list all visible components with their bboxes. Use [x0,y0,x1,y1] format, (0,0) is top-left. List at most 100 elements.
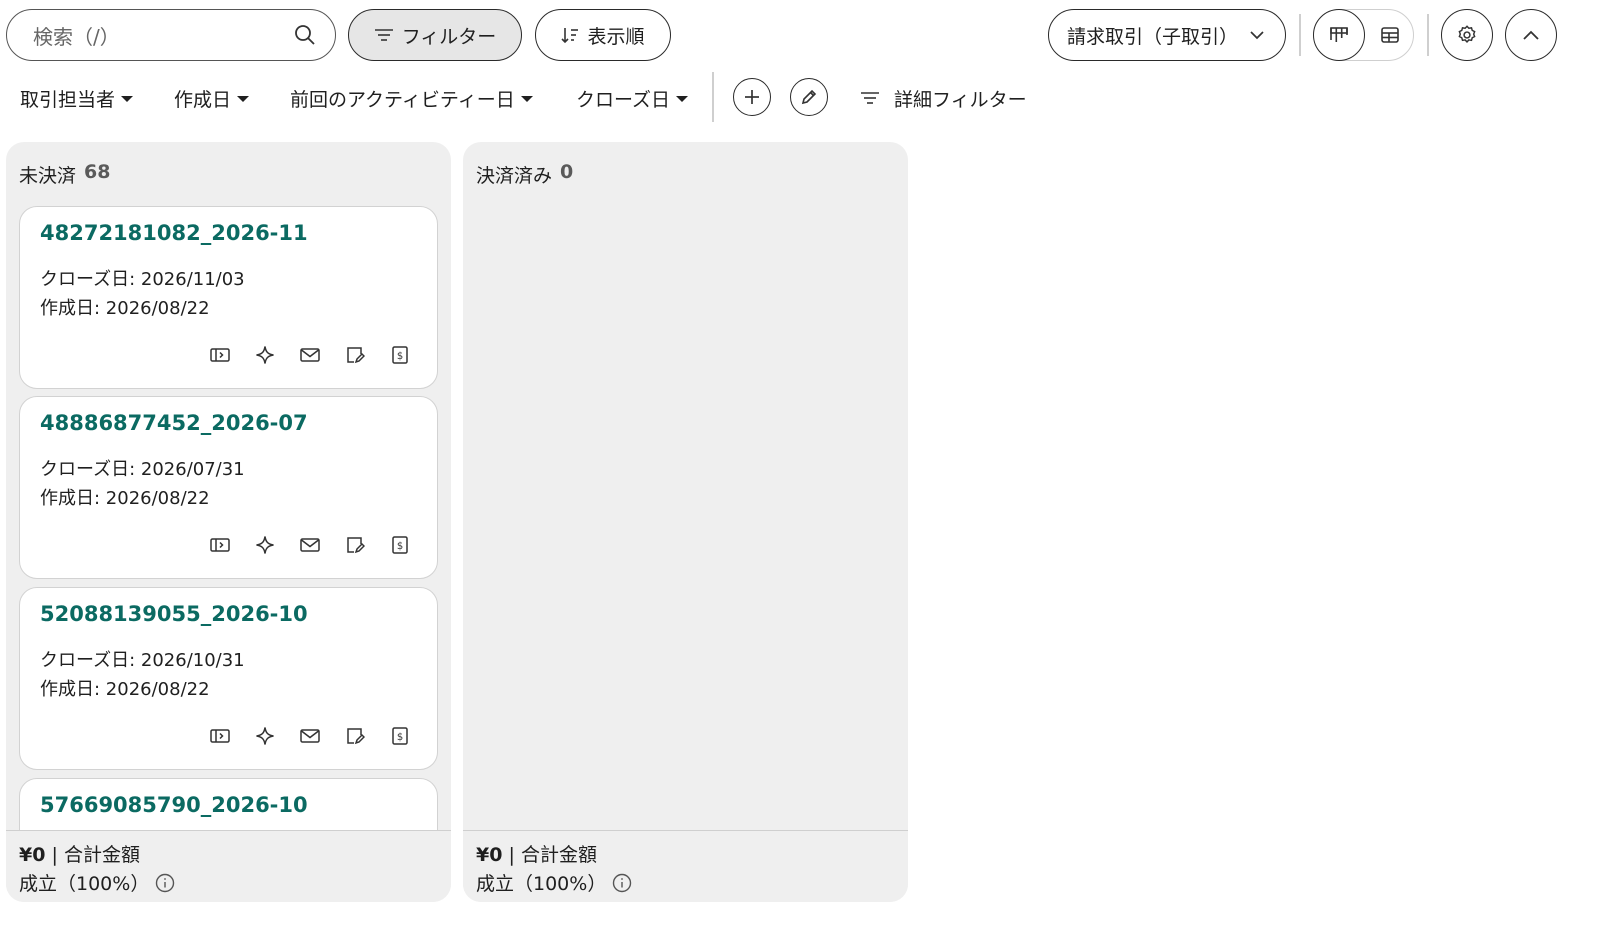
filter-icon [860,90,880,106]
search-input[interactable]: 検索（/） [6,9,336,61]
email-icon[interactable] [299,725,321,747]
card-actions: $ [209,534,411,556]
caret-down-icon [121,96,134,102]
column-count: 68 [84,161,111,183]
gear-icon [1456,24,1478,46]
invoice-icon[interactable]: $ [389,725,411,747]
chevron-down-icon [1249,30,1265,40]
card-actions: $ [209,725,411,747]
card-actions: $ [209,344,411,366]
edit-filter-button[interactable] [790,78,828,116]
deal-close-date: クローズ日: 2026/07/31 [40,459,245,480]
win-probability-label: 成立（100%） [19,873,150,895]
deal-card[interactable]: 48272181082_2026-11 クローズ日: 2026/11/03 作成… [19,206,438,389]
sparkle-icon[interactable] [254,344,276,366]
quick-filter-label: クローズ日 [576,88,671,111]
sort-icon [561,26,579,44]
column-header: 未決済 68 [19,161,110,188]
svg-text:$: $ [397,351,403,362]
caret-down-icon [237,96,250,102]
deal-created-date: 作成日: 2026/08/22 [40,679,210,700]
sort-button[interactable]: 表示順 [535,9,671,61]
note-icon[interactable] [344,534,366,556]
filter-divider [712,72,714,122]
total-amount: ¥0 [476,844,503,866]
view-toggle [1312,8,1414,61]
column-total: ¥0 | 合計金額 [476,840,597,867]
total-amount: ¥0 [19,844,46,866]
note-icon[interactable] [344,344,366,366]
table-view-icon [1380,25,1400,45]
sparkle-icon[interactable] [254,725,276,747]
email-icon[interactable] [299,534,321,556]
add-filter-button[interactable] [733,78,771,116]
note-icon[interactable] [344,725,366,747]
quick-filter-last-activity[interactable]: 前回のアクティビティー日 [290,83,533,113]
deal-card-title[interactable]: 52088139055_2026-10 [40,602,308,626]
win-probability: 成立（100%） [19,869,175,896]
quick-filter-label: 取引担当者 [20,88,116,111]
pipeline-select[interactable]: 請求取引（子取引） [1048,9,1286,61]
toolbar-divider [1427,14,1429,56]
win-probability-label: 成立（100%） [476,873,607,895]
deal-close-date: クローズ日: 2026/11/03 [40,269,245,290]
preview-icon[interactable] [209,534,231,556]
column-total: ¥0 | 合計金額 [19,840,140,867]
collapse-button[interactable] [1505,9,1557,61]
deal-created-date: 作成日: 2026/08/22 [40,298,210,319]
column-title: 未決済 [19,165,77,187]
pencil-icon [800,88,818,106]
column-count: 0 [560,161,574,183]
info-icon[interactable] [612,873,632,893]
sort-button-label: 表示順 [587,25,645,48]
advanced-filter-button[interactable]: 詳細フィルター [860,83,1027,113]
deal-card[interactable]: 48886877452_2026-07 クローズ日: 2026/07/31 作成… [19,396,438,579]
plus-icon [743,88,761,106]
card-list[interactable] [476,206,895,830]
total-separator: | [45,844,64,866]
column-header: 決済済み 0 [476,161,573,188]
card-list[interactable]: 48272181082_2026-11 クローズ日: 2026/11/03 作成… [19,206,438,830]
deal-card[interactable]: 52088139055_2026-10 クローズ日: 2026/10/31 作成… [19,587,438,770]
invoice-icon[interactable]: $ [389,534,411,556]
advanced-filter-label: 詳細フィルター [894,88,1027,111]
deal-created-date: 作成日: 2026/08/22 [40,488,210,509]
board-view-icon [1329,25,1349,45]
total-amount-label: 合計金額 [63,844,140,866]
search-placeholder: 検索（/） [33,24,120,49]
filter-button-label: フィルター [401,25,497,48]
total-amount-label: 合計金額 [520,844,597,866]
sparkle-icon[interactable] [254,534,276,556]
column-title: 決済済み [476,165,553,187]
email-icon[interactable] [299,344,321,366]
quick-filter-created-date[interactable]: 作成日 [174,83,250,113]
filter-button[interactable]: フィルター [348,9,522,61]
pipeline-select-value: 請求取引（子取引） [1067,25,1239,48]
invoice-icon[interactable]: $ [389,344,411,366]
board-view-button[interactable] [1312,8,1365,61]
column-footer: ¥0 | 合計金額 成立（100%） [463,830,908,902]
search-icon [293,23,317,47]
column-footer: ¥0 | 合計金額 成立（100%） [6,830,451,902]
quick-filter-close-date[interactable]: クローズ日 [576,83,689,113]
preview-icon[interactable] [209,344,231,366]
deal-card-title[interactable]: 57669085790_2026-10 [40,793,308,817]
deal-card-title[interactable]: 48272181082_2026-11 [40,221,308,245]
board-column-open: 未決済 68 48272181082_2026-11 クローズ日: 2026/1… [6,142,451,902]
quick-filter-deal-owner[interactable]: 取引担当者 [20,83,134,113]
total-separator: | [502,844,521,866]
quick-filter-label: 作成日 [174,88,232,111]
deal-card-title[interactable]: 48886877452_2026-07 [40,411,308,435]
filter-icon [374,27,394,43]
table-view-button[interactable] [1366,10,1414,59]
caret-down-icon [676,96,689,102]
quick-filter-label: 前回のアクティビティー日 [290,88,515,111]
settings-button[interactable] [1441,9,1493,61]
preview-icon[interactable] [209,725,231,747]
svg-text:$: $ [397,732,403,743]
board-column-closed: 決済済み 0 ¥0 | 合計金額 成立（100%） [463,142,908,902]
info-icon[interactable] [155,873,175,893]
deal-card[interactable]: 57669085790_2026-10 [19,778,438,830]
toolbar-divider [1299,14,1301,56]
chevron-up-icon [1522,29,1540,41]
